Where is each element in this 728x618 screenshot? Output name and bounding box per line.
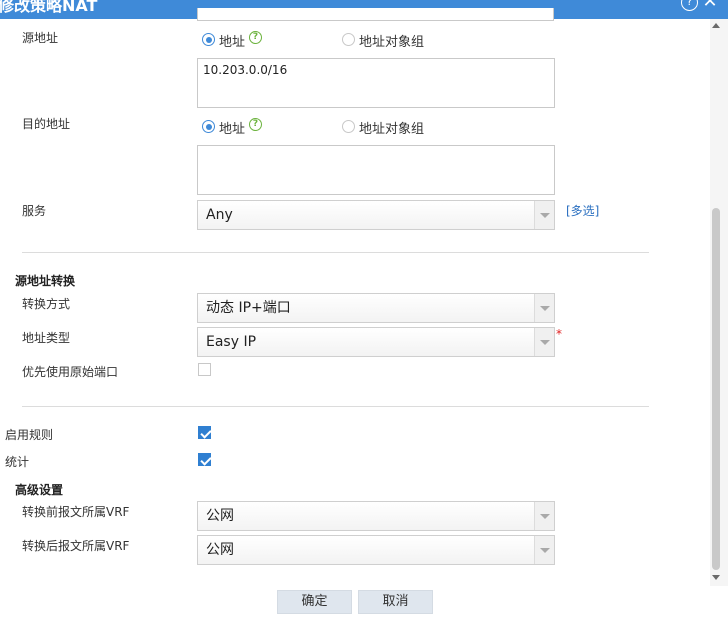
dest-address-help-icon[interactable]: ? (249, 118, 262, 131)
source-address-value: 10.203.0.0/16 (203, 63, 288, 77)
scroll-up-icon[interactable] (711, 22, 721, 30)
source-address-radio-group-label[interactable]: 地址对象组 (359, 31, 424, 50)
vrf-after-select-value: 公网 (206, 542, 234, 558)
chevron-down-icon (534, 502, 554, 530)
vrf-after-label: 转换后报文所属VRF (22, 539, 130, 553)
statistics-checkbox[interactable] (198, 453, 211, 466)
dest-address-radio-address[interactable] (202, 120, 215, 133)
scroll-down-icon[interactable] (711, 574, 721, 582)
service-select[interactable]: Any (197, 200, 555, 230)
cancel-button[interactable]: 取消 (358, 590, 433, 614)
scrollbar-thumb[interactable] (712, 208, 720, 570)
chevron-down-icon (534, 536, 554, 564)
address-type-select-value: Easy IP (206, 334, 257, 350)
source-address-radio-address-label[interactable]: 地址 (219, 31, 245, 50)
address-type-label: 地址类型 (22, 331, 71, 345)
vrf-before-label: 转换前报文所属VRF (22, 505, 130, 519)
close-icon[interactable]: ✕ (702, 0, 718, 11)
dest-address-label: 目的地址 (22, 117, 71, 131)
enable-rule-checkbox[interactable] (198, 426, 211, 439)
source-nat-section-title: 源地址转换 (15, 274, 76, 288)
address-type-select[interactable]: Easy IP (197, 327, 555, 357)
dest-address-radio-group[interactable] (342, 120, 355, 133)
vrf-before-select[interactable]: 公网 (197, 501, 555, 531)
service-multi-select-link[interactable]: [多选] (566, 202, 599, 219)
dest-address-radio-address-label[interactable]: 地址 (219, 118, 245, 137)
service-select-value: Any (206, 207, 233, 223)
source-address-help-icon[interactable]: ? (249, 31, 262, 44)
statistics-label: 统计 (5, 455, 30, 469)
section-divider (22, 406, 649, 407)
source-address-textarea[interactable]: 10.203.0.0/16 (197, 58, 555, 108)
dest-address-radio-group-label[interactable]: 地址对象组 (359, 118, 424, 137)
service-label: 服务 (22, 204, 47, 218)
help-icon[interactable]: ? (681, 0, 698, 11)
source-address-radio-group[interactable] (342, 33, 355, 46)
vrf-before-select-value: 公网 (206, 508, 234, 524)
dialog-title: 修改策略NAT (0, 0, 98, 15)
chevron-down-icon (534, 328, 554, 356)
required-mark: * (556, 327, 562, 341)
vrf-after-select[interactable]: 公网 (197, 535, 555, 565)
prefer-original-port-checkbox[interactable] (198, 363, 211, 376)
chevron-down-icon (534, 294, 554, 322)
nat-mode-select[interactable]: 动态 IP+端口 (197, 293, 555, 323)
chevron-down-icon (534, 201, 554, 229)
source-address-radio-address[interactable] (202, 33, 215, 46)
source-address-label: 源地址 (22, 31, 59, 45)
nat-mode-select-value: 动态 IP+端口 (206, 300, 291, 316)
nat-mode-label: 转换方式 (22, 297, 71, 311)
prefer-original-port-label: 优先使用原始端口 (22, 365, 119, 379)
dest-address-textarea[interactable] (197, 145, 555, 195)
ok-button[interactable]: 确定 (277, 590, 352, 614)
advanced-section-title: 高级设置 (15, 483, 64, 497)
section-divider (22, 252, 649, 253)
scrolled-field-remnant (197, 8, 554, 21)
enable-rule-label: 启用规则 (5, 428, 54, 442)
